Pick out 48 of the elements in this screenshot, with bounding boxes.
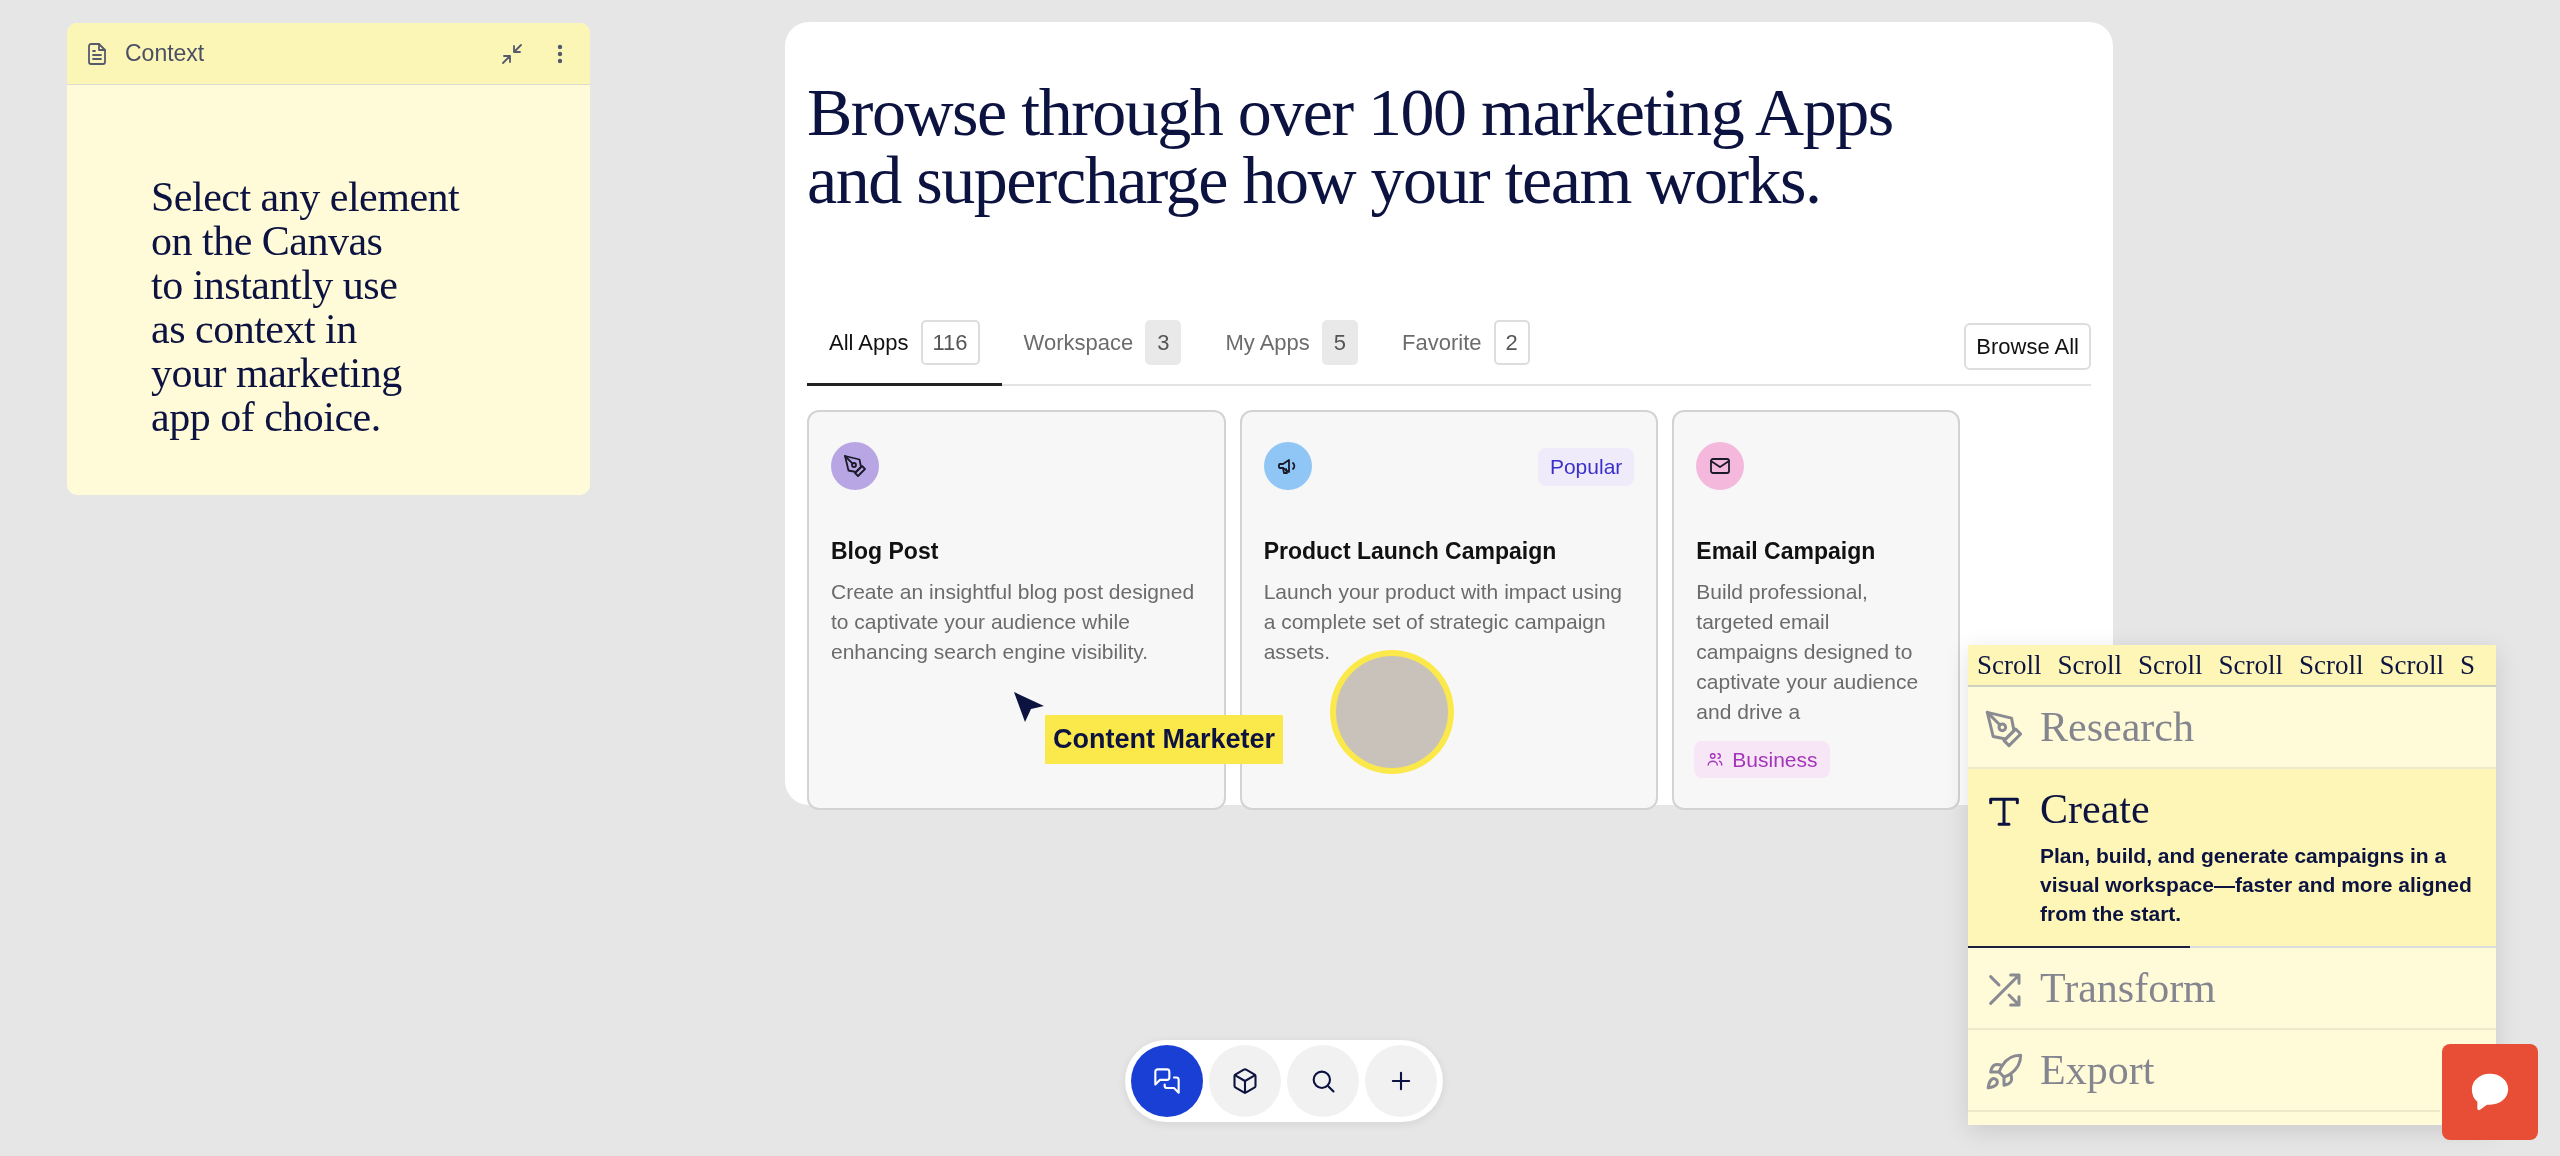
cube-icon	[1231, 1067, 1259, 1095]
tab[interactable]: Favorite 2	[1380, 320, 1552, 386]
tab[interactable]: All Apps 116	[807, 320, 1002, 386]
pen-nib-icon	[843, 454, 867, 478]
rocket-icon	[1984, 1052, 2024, 1092]
tab-label: My Apps	[1225, 329, 1310, 357]
step-label: Transform	[2040, 966, 2216, 1010]
tab-label: Favorite	[1402, 329, 1482, 357]
collapse-icon[interactable]	[500, 41, 524, 66]
user-name-tag: Content Marketer	[1045, 715, 1284, 764]
chat-bubbles-icon	[1153, 1067, 1181, 1095]
tag-label: Business	[1732, 746, 1818, 773]
step-label: Research	[2040, 705, 2194, 749]
tab[interactable]: Workspace 3	[1001, 320, 1204, 386]
marquee-word: Scroll	[2379, 648, 2444, 682]
marquee-word: Scroll	[2138, 648, 2203, 682]
app-card[interactable]: Email Campaign Build professional, targeted email campaigns designed to captivate your audience and drive a Business	[1672, 410, 1961, 810]
marquee-word: Scroll	[2218, 648, 2283, 682]
note-text: Select any element on the Canvas to instantly use as context in your marketing app of choice.	[151, 175, 461, 439]
toolbar-button[interactable]	[1131, 1045, 1203, 1117]
people-icon	[1706, 750, 1725, 769]
marquee-word: Scroll	[1977, 648, 2042, 682]
tag: Popular	[1537, 448, 1635, 486]
chat-button[interactable]	[2442, 1044, 2538, 1140]
count-badge: 116	[920, 320, 980, 365]
app-title: Blog Post	[831, 537, 939, 566]
tab-label: Workspace	[1023, 329, 1134, 357]
document-icon	[85, 41, 109, 66]
app-description: Build professional, targeted email campaigns designed to captivate your audience and drive a	[1696, 578, 1920, 725]
app-title: Email Campaign	[1696, 537, 1876, 566]
marquee-word: S	[2460, 648, 2476, 682]
count-badge: 2	[1493, 320, 1530, 365]
app-description: Launch your product with impact using a complete set of strategic campaign assets.	[1263, 578, 1624, 665]
pen-nib-icon	[1984, 709, 2024, 749]
step-label: Export	[2040, 1048, 2155, 1092]
tab-label: All Apps	[829, 329, 909, 357]
browse-all-button[interactable]: Browse All	[1964, 323, 2091, 370]
note-title: Context	[125, 39, 205, 69]
app-title: Product Launch Campaign	[1263, 537, 1557, 566]
marquee-word: Scroll	[2057, 648, 2122, 682]
step-item[interactable]: Create Plan, build, and generate campaigns in a visual workspace—faster and more aligned from the start.	[1968, 769, 2496, 948]
count-badge: 3	[1145, 320, 1182, 365]
count-badge: 5	[1321, 320, 1359, 365]
step-description: Plan, build, and generate campaigns in a visual workspace—faster and more aligned from the start.	[2040, 843, 2473, 927]
step-label: Create	[2040, 787, 2151, 831]
app-description: Create an insightful blog post designed to captivate your audience while enhancing search engine visibility.	[831, 578, 1196, 665]
marquee-word: Scroll	[2299, 648, 2364, 682]
tab[interactable]: My Apps 5	[1203, 320, 1381, 386]
